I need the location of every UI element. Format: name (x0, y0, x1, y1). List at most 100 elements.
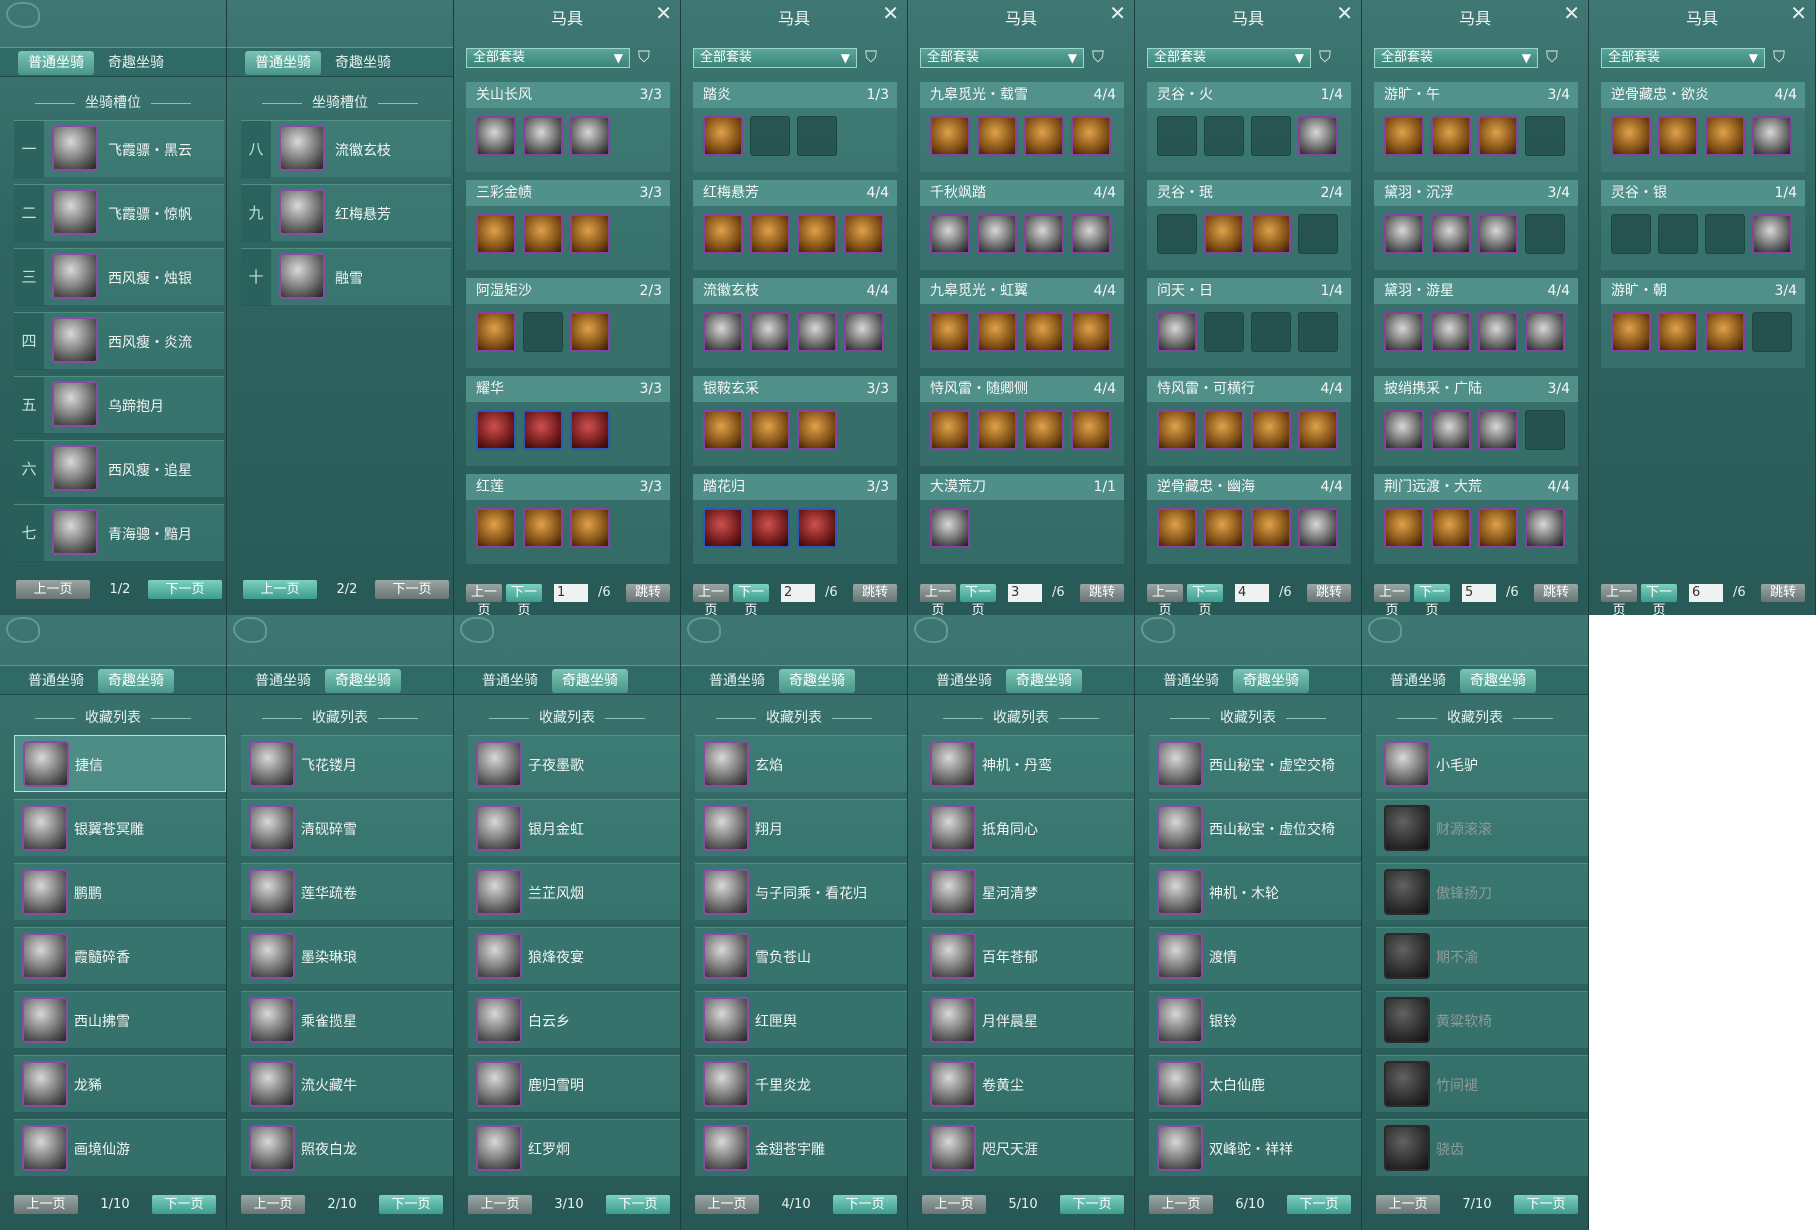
gear-item-icon[interactable] (523, 116, 563, 156)
collection-item[interactable]: 狼烽夜宴 (468, 927, 680, 984)
gear-item-icon[interactable] (1204, 410, 1244, 450)
gear-item-icon[interactable] (977, 410, 1017, 450)
prev-page-button[interactable]: 上一页 (243, 580, 317, 599)
gear-item-icon[interactable] (476, 214, 516, 254)
collection-item[interactable]: 雪负苍山 (695, 927, 907, 984)
filter-icon[interactable]: ⛉ (1319, 47, 1331, 67)
mount-slot[interactable]: 十 融雪 (241, 248, 451, 306)
gear-item-icon[interactable] (523, 508, 563, 548)
mount-slot[interactable]: 六 西风瘦・追星 (14, 440, 224, 498)
page-number-input[interactable]: 3 (1008, 584, 1042, 602)
gear-set[interactable]: 踏炎 1/3 (693, 82, 897, 172)
prev-page-button[interactable]: 上一页 (1376, 1195, 1440, 1214)
tab-fun-mount[interactable]: 奇趣坐骑 (325, 51, 401, 75)
gear-set[interactable]: 大漠荒刀 1/1 (920, 474, 1124, 564)
gear-set[interactable]: 恃风雷・可横行 4/4 (1147, 376, 1351, 466)
gear-set[interactable]: 披绡携采・广陆 3/4 (1374, 376, 1578, 466)
gear-item-icon[interactable] (1204, 214, 1244, 254)
close-icon[interactable]: ✕ (1563, 3, 1580, 23)
gear-item-icon[interactable] (1298, 508, 1338, 548)
gear-item-icon[interactable] (1024, 312, 1064, 352)
gear-set[interactable]: 银鞍玄采 3/3 (693, 376, 897, 466)
mount-slot[interactable]: 二 飞霞骠・惊帆 (14, 184, 224, 242)
gear-item-icon[interactable] (1478, 410, 1518, 450)
gear-item-icon[interactable] (1024, 410, 1064, 450)
gear-item-icon[interactable] (930, 508, 970, 548)
gear-item-icon[interactable] (1384, 214, 1424, 254)
gear-item-icon[interactable] (1611, 116, 1651, 156)
gear-item-icon[interactable] (1705, 312, 1745, 352)
next-page-button[interactable]: 下一页 (148, 580, 222, 599)
jump-button[interactable]: 跳转 (1307, 584, 1351, 602)
gear-item-icon[interactable] (476, 312, 516, 352)
gear-item-icon[interactable] (1251, 410, 1291, 450)
gear-item-icon[interactable] (1478, 116, 1518, 156)
next-page-button[interactable]: 下一页 (375, 580, 449, 599)
gear-item-icon[interactable] (1384, 312, 1424, 352)
jump-button[interactable]: 跳转 (1761, 584, 1805, 602)
close-icon[interactable]: ✕ (655, 3, 672, 23)
gear-item-icon[interactable] (930, 214, 970, 254)
gear-item-icon[interactable] (1251, 508, 1291, 548)
collection-item[interactable]: 财源滚滚 (1376, 799, 1588, 856)
collection-item[interactable]: 抵角同心 (922, 799, 1134, 856)
collection-item[interactable]: 玄焰 (695, 735, 907, 792)
collection-item[interactable]: 霞髓碎香 (14, 927, 226, 984)
page-number-input[interactable]: 4 (1235, 584, 1269, 602)
tab-normal-mount[interactable]: 普通坐骑 (926, 669, 1002, 693)
prev-page-button[interactable]: 上一页 (1374, 584, 1410, 615)
collection-item[interactable]: 飞花镂月 (241, 735, 453, 792)
collection-item[interactable]: 西山秘宝・虚空交椅 (1149, 735, 1361, 792)
empty-gear-slot[interactable] (1525, 116, 1565, 156)
next-page-button[interactable]: 下一页 (379, 1195, 443, 1214)
collection-item[interactable]: 流火藏牛 (241, 1055, 453, 1112)
collection-item[interactable]: 太白仙鹿 (1149, 1055, 1361, 1112)
gear-item-icon[interactable] (750, 312, 790, 352)
gear-set[interactable]: 黛羽・沉浮 3/4 (1374, 180, 1578, 270)
mount-slot[interactable]: 四 西风瘦・炎流 (14, 312, 224, 370)
empty-gear-slot[interactable] (797, 116, 837, 156)
prev-page-button[interactable]: 上一页 (1147, 584, 1183, 615)
gear-item-icon[interactable] (1384, 508, 1424, 548)
gear-item-icon[interactable] (523, 410, 563, 450)
gear-item-icon[interactable] (1478, 214, 1518, 254)
empty-gear-slot[interactable] (1611, 214, 1651, 254)
close-icon[interactable]: ✕ (882, 3, 899, 23)
jump-button[interactable]: 跳转 (1080, 584, 1124, 602)
collection-item[interactable]: 鹏鹏 (14, 863, 226, 920)
gear-item-icon[interactable] (1071, 312, 1111, 352)
collection-item[interactable]: 期不渝 (1376, 927, 1588, 984)
tab-fun-mount[interactable]: 奇趣坐骑 (1233, 669, 1309, 693)
page-number-input[interactable]: 6 (1689, 584, 1723, 602)
prev-page-button[interactable]: 上一页 (920, 584, 956, 615)
gear-set[interactable]: 红梅悬芳 4/4 (693, 180, 897, 270)
gear-item-icon[interactable] (1157, 312, 1197, 352)
collection-item[interactable]: 清砚碎雪 (241, 799, 453, 856)
collection-item[interactable]: 乘雀揽星 (241, 991, 453, 1048)
next-page-button[interactable]: 下一页 (1514, 1195, 1578, 1214)
gear-item-icon[interactable] (977, 214, 1017, 254)
gear-set[interactable]: 黛羽・游星 4/4 (1374, 278, 1578, 368)
gear-item-icon[interactable] (1478, 312, 1518, 352)
gear-item-icon[interactable] (797, 214, 837, 254)
gear-item-icon[interactable] (1204, 508, 1244, 548)
empty-gear-slot[interactable] (1752, 312, 1792, 352)
gear-item-icon[interactable] (1431, 410, 1471, 450)
collection-item[interactable]: 红罗炯 (468, 1119, 680, 1176)
next-page-button[interactable]: 下一页 (152, 1195, 216, 1214)
collection-item[interactable]: 双峰驼・祥祥 (1149, 1119, 1361, 1176)
prev-page-button[interactable]: 上一页 (16, 580, 90, 599)
collection-item[interactable]: 墨染琳琅 (241, 927, 453, 984)
gear-set[interactable]: 关山长风 3/3 (466, 82, 670, 172)
empty-gear-slot[interactable] (1251, 312, 1291, 352)
mount-slot[interactable]: 七 青海骢・黯月 (14, 504, 224, 562)
prev-page-button[interactable]: 上一页 (695, 1195, 759, 1214)
next-page-button[interactable]: 下一页 (1060, 1195, 1124, 1214)
jump-button[interactable]: 跳转 (626, 584, 670, 602)
gear-item-icon[interactable] (1384, 410, 1424, 450)
gear-set[interactable]: 荆门远渡・大荒 4/4 (1374, 474, 1578, 564)
tab-fun-mount[interactable]: 奇趣坐骑 (552, 669, 628, 693)
collection-item[interactable]: 神机・木轮 (1149, 863, 1361, 920)
gear-item-icon[interactable] (750, 508, 790, 548)
gear-set[interactable]: 阿湿矩沙 2/3 (466, 278, 670, 368)
